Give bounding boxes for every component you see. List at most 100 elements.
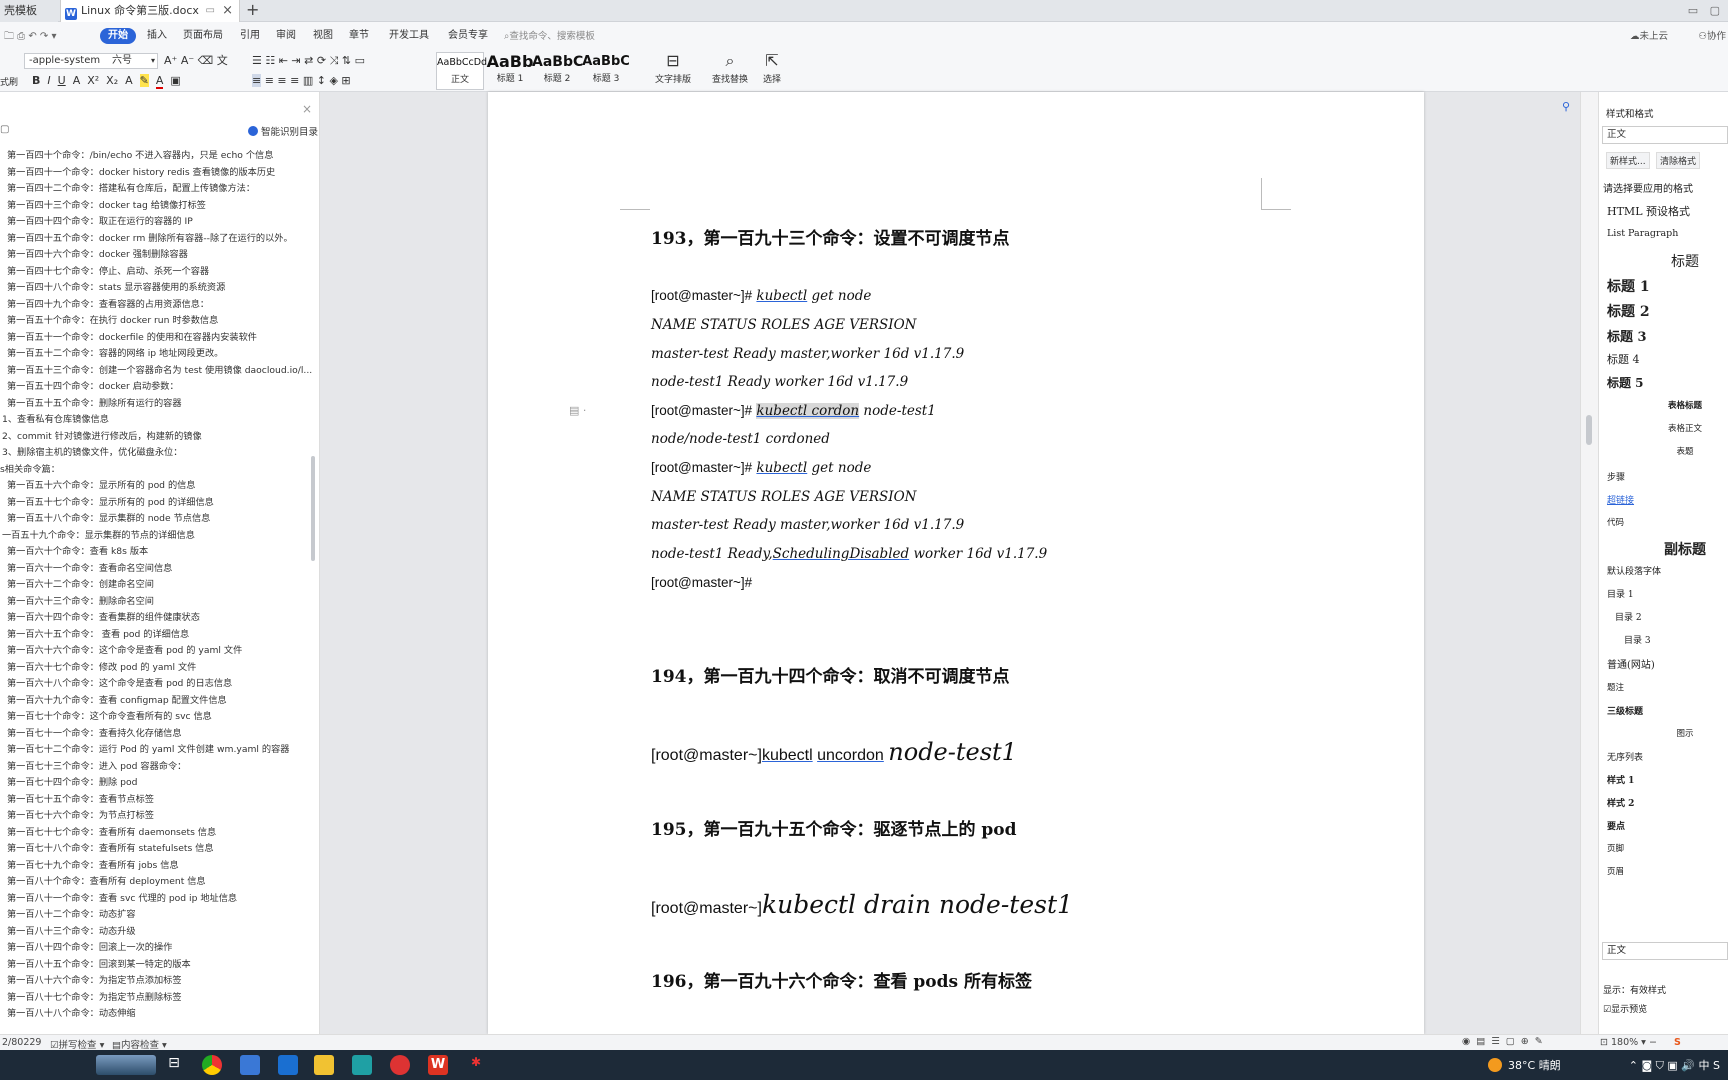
toc-item[interactable]: 第一百七十七个命令：查看所有 daemonsets 信息 [0,825,312,842]
toc-item[interactable]: 第一百六十一个命令：查看命名空间信息 [0,561,312,578]
toc-item[interactable]: 第一百五十七个命令：显示所有的 pod 的详细信息 [0,495,312,512]
style-option[interactable]: 要点 [1607,819,1625,832]
toc-item[interactable]: 1、查看私有仓库镜像信息 [0,412,312,429]
style-option[interactable]: 无序列表 [1607,750,1643,763]
new-tab-button[interactable]: + [246,0,259,20]
paragraph-handle-icon[interactable]: ▤ · [569,404,586,417]
toc-item[interactable]: 第一百五十八个命令：显示集群的 node 节点信息 [0,511,312,528]
toc-item[interactable]: 第一百五十个命令：在执行 docker run 时参数信息 [0,313,312,330]
toc-item[interactable]: 第一百八十个命令：查看所有 deployment 信息 [0,874,312,891]
find-replace-button[interactable]: ⌕ 查找替换 [708,50,752,85]
toc-item[interactable]: 第一百七十个命令：这个命令查看所有的 svc 信息 [0,709,312,726]
app-icon[interactable]: ✱ [466,1055,486,1075]
toc-item[interactable]: 第一百八十三个命令：动态升级 [0,924,312,941]
style-option[interactable]: 表题 [1600,445,1728,457]
style-option[interactable]: 目录 1 [1607,587,1634,600]
clear-format-button[interactable]: 清除格式 [1656,152,1701,169]
view-mode-icons[interactable]: ◉▤☰▢⊕✎ [1462,1036,1549,1047]
toc-item[interactable]: 第一百四十四个命令：取正在运行的容器的 IP [0,214,312,231]
menu-chapter[interactable]: 章节 [349,28,369,44]
style-option[interactable]: 页眉 [1607,865,1624,877]
toc-item[interactable]: 第一百七十三个命令：进入 pod 容器命令： [0,759,312,776]
toc-item[interactable]: 第一百八十八个命令：动态伸缩 [0,1006,312,1023]
app-icon[interactable] [390,1055,410,1075]
style-option[interactable]: 样式 2 [1607,796,1634,809]
style-option[interactable]: 目录 2 [1615,610,1642,623]
toc-item[interactable]: 第一百八十七个命令：为指定节点删除标签 [0,990,312,1007]
style-option[interactable]: HTML 预设格式 [1607,203,1690,219]
style-option[interactable]: 页脚 [1607,842,1624,854]
tab-document[interactable]: W Linux 命令第三版.docx ▭ × [60,0,240,22]
collab-button[interactable]: ⚇协作 [1698,28,1726,42]
mail-icon[interactable] [278,1055,298,1075]
toc-item[interactable]: 第一百四十一个命令：docker history redis 查看镜像的版本历史 [0,165,312,182]
document-scrollbar[interactable] [1580,92,1598,1034]
style-bottom-field[interactable]: 正文 [1602,942,1728,960]
desktop-thumbnail[interactable] [96,1055,156,1075]
toc-item[interactable]: 第一百七十四个命令：删除 pod [0,775,312,792]
style-option[interactable]: 图示 [1600,727,1728,739]
new-style-button[interactable]: 新样式... [1606,152,1650,169]
toc-item[interactable]: 第一百六十六个命令：这个命令是查看 pod 的 yaml 文件 [0,643,312,660]
style-panel-title[interactable]: 样式和格式 [1606,106,1654,120]
toc-item[interactable]: 第一百六十七个命令：修改 pod 的 yaml 文件 [0,660,312,677]
toc-item[interactable]: 第一百五十二个命令：容器的网络 ip 地址网段更改。 [0,346,312,363]
toc-item[interactable]: 第一百四十八个命令：stats 显示容器使用的系统资源 [0,280,312,297]
toc-item[interactable]: 第一百六十四个命令：查看集群的组件健康状态 [0,610,312,627]
toc-item[interactable]: 第一百四十个命令：/bin/echo 不进入容器内，只是 echo 个信息 [0,148,312,165]
task-view-icon[interactable]: ⊟ [164,1055,184,1075]
toc-item[interactable]: 3、删除宿主机的镜像文件，优化磁盘永位： [0,445,312,462]
style-option[interactable]: 样式 1 [1607,773,1634,786]
menu-developer[interactable]: 开发工具 [389,28,429,44]
scrollbar-thumb[interactable] [1586,415,1592,445]
style-option[interactable]: List Paragraph [1607,228,1678,239]
toc-item[interactable]: 第一百四十三个命令：docker tag 给镜像打标签 [0,198,312,215]
toc-item[interactable]: s相关命令篇： [0,462,312,479]
toc-item[interactable]: 第一百四十五个命令：docker rm 删除所有容器--除了在运行的以外。 [0,231,312,248]
toc-item[interactable]: 第一百七十一个命令：查看持久化存储信息 [0,726,312,743]
style-option[interactable]: 标题 [1600,251,1728,271]
style-option[interactable]: 超链接 [1607,493,1634,506]
tab-close-icon[interactable]: × [222,0,233,22]
style-option[interactable]: 三级标题 [1607,704,1643,717]
page-count[interactable]: 2/80229 [2,1037,41,1048]
style-option[interactable]: 默认段落字体 [1607,564,1661,577]
toc-item[interactable]: 第一百六十三个命令：删除命名空间 [0,594,312,611]
font-style-icons[interactable]: B I U A X² X₂ A ✎ A ▣ [32,74,181,89]
app-icon[interactable] [352,1055,372,1075]
menu-view[interactable]: 视图 [313,28,333,44]
toc-item[interactable]: 第一百七十六个命令：为节点打标签 [0,808,312,825]
wps-icon[interactable]: W [428,1055,448,1075]
command-search[interactable]: ⌕查找命令、搜索模板 [504,28,595,42]
menu-references[interactable]: 引用 [240,28,260,44]
style-option[interactable]: 代码 [1607,516,1624,528]
toc-item[interactable]: 第一百五十三个命令：创建一个容器命名为 test 使用镜像 daocloud.i… [0,363,312,380]
style-heading-3[interactable]: AaBbC 标题 3 [582,52,630,90]
toc-item[interactable]: 第一百六十八个命令：这个命令是查看 pod 的日志信息 [0,676,312,693]
selected-text[interactable]: kubectl cordon [756,403,860,419]
toc-item[interactable]: 第一百四十二个命令：搭建私有仓库后，配置上传镜像方法： [0,181,312,198]
toc-item[interactable]: 第一百八十四个命令：回滚上一次的操作 [0,940,312,957]
style-option[interactable]: 标题 1 [1607,276,1650,296]
style-option[interactable]: 表格正文 [1600,422,1728,434]
toc-item[interactable]: 第一百四十九个命令：查看容器的占用资源信息： [0,297,312,314]
font-size-select[interactable]: 六号 ▾ [108,53,158,69]
toc-item[interactable]: 第一百六十个命令：查看 k8s 版本 [0,544,312,561]
folder-icon[interactable] [314,1055,334,1075]
toc-item[interactable]: 第一百四十六个命令：docker 强制删除容器 [0,247,312,264]
toc-item[interactable]: 第一百五十六个命令：显示所有的 pod 的信息 [0,478,312,495]
text-layout-button[interactable]: ⊟ 文字排版 [652,50,694,85]
store-icon[interactable] [240,1055,260,1075]
style-option[interactable]: 普通(网站) [1607,656,1655,671]
style-option[interactable]: 副标题 [1600,539,1728,559]
style-normal[interactable]: AaBbCcDd 正文 [436,52,487,90]
style-heading-1[interactable]: AaBb 标题 1 [486,52,534,90]
ime-indicator[interactable]: 中 [1699,1059,1710,1072]
menu-review[interactable]: 审阅 [276,28,296,44]
toc-item[interactable]: 第一百八十一个命令：查看 svc 代理的 pod ip 地址信息 [0,891,312,908]
menu-page-layout[interactable]: 页面布局 [183,28,223,44]
style-option[interactable]: 步骤 [1607,470,1625,483]
toc-item[interactable]: 第一百八十五个命令：回滚到某一特定的版本 [0,957,312,974]
show-filter[interactable]: 显示：有效样式 [1603,983,1666,996]
toc-item[interactable]: 第一百七十二个命令：运行 Pod 的 yaml 文件创建 wm.yaml 的容器 [0,742,312,759]
